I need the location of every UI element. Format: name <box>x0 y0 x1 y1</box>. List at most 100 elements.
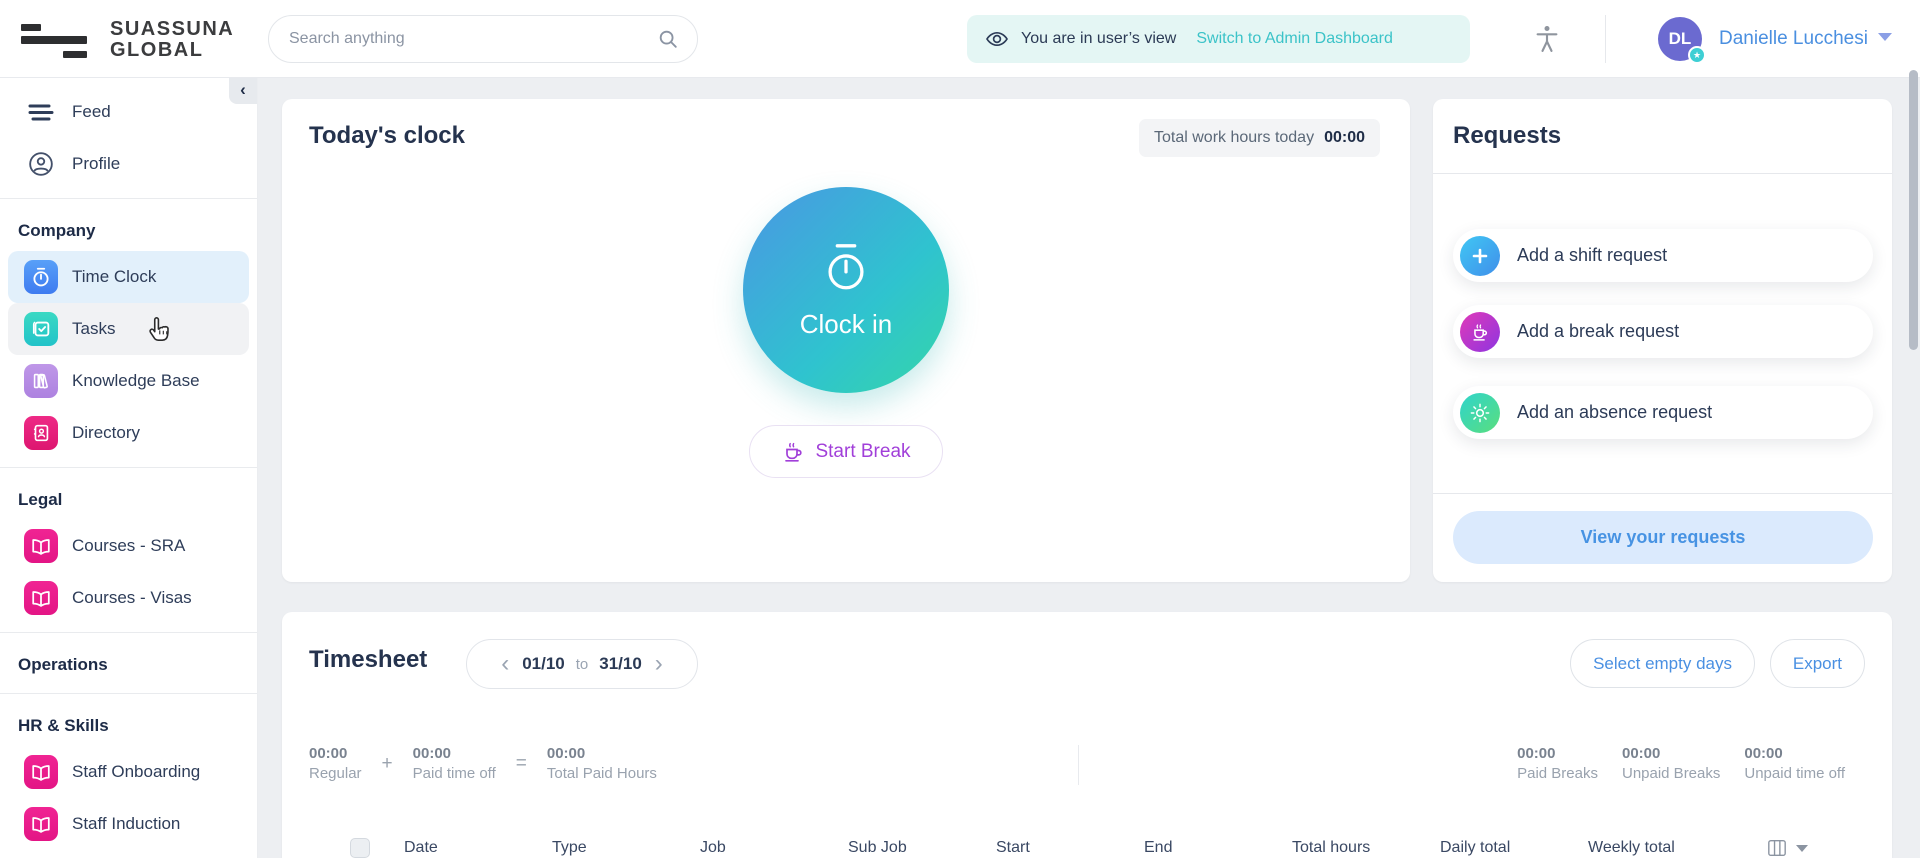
summary-total-paid-hours: 00:00 Total Paid Hours <box>546 745 657 782</box>
sidebar-item-label: Profile <box>72 154 121 173</box>
column-header-daily-total[interactable]: Daily total <box>1440 839 1588 857</box>
clock-card-title: Today's clock <box>309 122 465 149</box>
columns-icon <box>1768 839 1786 857</box>
date-to[interactable]: 31/10 <box>599 654 642 674</box>
chevron-right-icon[interactable]: › <box>653 652 665 676</box>
start-break-button[interactable]: Start Break <box>749 425 943 478</box>
sidebar-item-label: Courses - SRA <box>72 536 186 555</box>
main-content: Today's clock Total work hours today 00:… <box>258 78 1920 858</box>
timesheet-summary-left: 00:00 Regular + 00:00 Paid time off = 00… <box>309 745 657 782</box>
summary-divider <box>1078 745 1079 785</box>
star-icon: ★ <box>1688 46 1706 64</box>
section-header-legal: Legal <box>18 490 63 509</box>
accessibility-icon[interactable] <box>1532 24 1562 54</box>
add-shift-request-button[interactable]: Add a shift request <box>1453 229 1873 282</box>
select-all-checkbox[interactable] <box>350 838 370 858</box>
sidebar-item-knowledge-base[interactable]: Knowledge Base <box>8 355 249 407</box>
sidebar-item-staff-onboarding[interactable]: Staff Onboarding <box>8 746 249 798</box>
clock-in-label: Clock in <box>799 308 893 339</box>
export-button[interactable]: Export <box>1769 639 1865 688</box>
todays-clock-card: Today's clock Total work hours today 00:… <box>282 99 1410 582</box>
total-work-hours-badge: Total work hours today 00:00 <box>1139 119 1380 157</box>
view-your-requests-button[interactable]: View your requests <box>1453 511 1873 564</box>
sidebar-item-courses-sra[interactable]: Courses - SRA <box>8 520 249 572</box>
sidebar-collapse-button[interactable]: ‹ <box>229 78 257 104</box>
column-header-type[interactable]: Type <box>552 839 700 857</box>
open-book-icon <box>24 807 58 841</box>
column-header-weekly-total[interactable]: Weekly total <box>1588 839 1753 857</box>
sun-icon <box>1460 392 1500 433</box>
timesheet-table-header: Date Type Job Sub Job Start End Total ho… <box>282 826 1892 858</box>
sidebar-item-time-clock[interactable]: Time Clock <box>8 251 249 303</box>
sidebar-item-directory[interactable]: Directory <box>8 407 249 459</box>
sidebar-item-label: Feed <box>72 102 111 121</box>
column-header-sub-job[interactable]: Sub Job <box>848 839 996 857</box>
company-logo-icon <box>21 24 87 61</box>
column-settings-button[interactable] <box>1767 839 1808 857</box>
sidebar-item-profile[interactable]: Profile <box>8 138 249 190</box>
company-logo: SUASSUNA GLOBAL <box>110 19 234 61</box>
plus-operator: + <box>381 752 393 774</box>
coffee-cup-icon <box>785 442 803 462</box>
eye-icon <box>986 31 1008 47</box>
select-empty-days-button[interactable]: Select empty days <box>1570 639 1755 688</box>
sidebar-divider <box>0 467 257 468</box>
open-book-icon <box>24 755 58 789</box>
sidebar-item-staff-induction[interactable]: Staff Induction <box>8 798 249 850</box>
user-view-text: You are in user’s view <box>1021 30 1177 47</box>
total-hours-label: Total work hours today <box>1154 129 1315 146</box>
summary-regular: 00:00 Regular <box>309 745 362 782</box>
clock-in-button[interactable]: Clock in <box>743 187 949 393</box>
start-break-label: Start Break <box>815 440 911 462</box>
page-scrollbar-thumb[interactable] <box>1909 70 1918 350</box>
timesheet-summary-right: 00:00 Paid Breaks 00:00 Unpaid Breaks 00… <box>1517 745 1845 782</box>
user-name[interactable]: Danielle Lucchesi <box>1719 28 1868 50</box>
date-to-word: to <box>575 655 589 673</box>
sidebar-item-feed[interactable]: Feed <box>8 86 249 138</box>
sidebar-item-label: Directory <box>72 423 141 442</box>
column-header-end[interactable]: End <box>1144 839 1292 857</box>
request-label: Add a shift request <box>1517 245 1668 265</box>
column-header-date[interactable]: Date <box>404 839 552 857</box>
logo-line1: SUASSUNA <box>110 18 235 40</box>
avatar[interactable]: DL ★ <box>1658 17 1706 64</box>
add-absence-request-button[interactable]: Add an absence request <box>1453 386 1873 439</box>
timesheet-title: Timesheet <box>309 646 428 673</box>
sidebar-item-courses-visas[interactable]: Courses - Visas <box>8 572 249 624</box>
chevron-down-icon <box>1796 844 1808 852</box>
stopwatch-icon <box>828 243 864 289</box>
chevron-down-icon[interactable] <box>1878 33 1892 41</box>
summary-unpaid-time-off: 00:00 Unpaid time off <box>1744 745 1845 782</box>
sidebar-item-tasks[interactable]: Tasks <box>8 303 249 355</box>
sidebar: ‹ Feed Profile Company Time Clock Tasks … <box>0 78 258 858</box>
summary-unpaid-breaks: 00:00 Unpaid Breaks <box>1621 745 1721 782</box>
sidebar-item-label: Courses - Visas <box>72 588 192 607</box>
requests-card: Requests Add a shift request Add a break… <box>1433 99 1892 582</box>
column-header-job[interactable]: Job <box>700 839 848 857</box>
open-book-icon <box>24 581 58 615</box>
total-hours-value: 00:00 <box>1324 129 1365 146</box>
open-book-icon <box>24 529 58 563</box>
sidebar-item-label: Staff Onboarding <box>72 762 201 781</box>
top-bar: SUASSUNA GLOBAL You are in user’s view S… <box>0 0 1920 78</box>
date-from[interactable]: 01/10 <box>522 654 565 674</box>
request-label: Add an absence request <box>1517 402 1713 422</box>
sidebar-item-label: Tasks <box>72 319 116 338</box>
user-view-banner: You are in user’s view Switch to Admin D… <box>967 15 1470 63</box>
chevron-left-icon[interactable]: ‹ <box>499 652 511 676</box>
request-label: Add a break request <box>1517 321 1680 341</box>
directory-icon <box>24 416 58 450</box>
topbar-divider <box>1605 15 1606 63</box>
add-break-request-button[interactable]: Add a break request <box>1453 305 1873 358</box>
sidebar-divider <box>0 198 257 199</box>
sidebar-divider <box>0 693 257 694</box>
search-input[interactable] <box>289 30 657 48</box>
search-box[interactable] <box>268 15 698 63</box>
feed-icon <box>24 100 58 124</box>
column-header-start[interactable]: Start <box>996 839 1144 857</box>
requests-divider <box>1433 173 1892 174</box>
column-header-total-hours[interactable]: Total hours <box>1292 839 1440 857</box>
switch-to-admin-link[interactable]: Switch to Admin Dashboard <box>1196 30 1393 48</box>
profile-icon <box>24 151 58 177</box>
sidebar-divider <box>0 632 257 633</box>
